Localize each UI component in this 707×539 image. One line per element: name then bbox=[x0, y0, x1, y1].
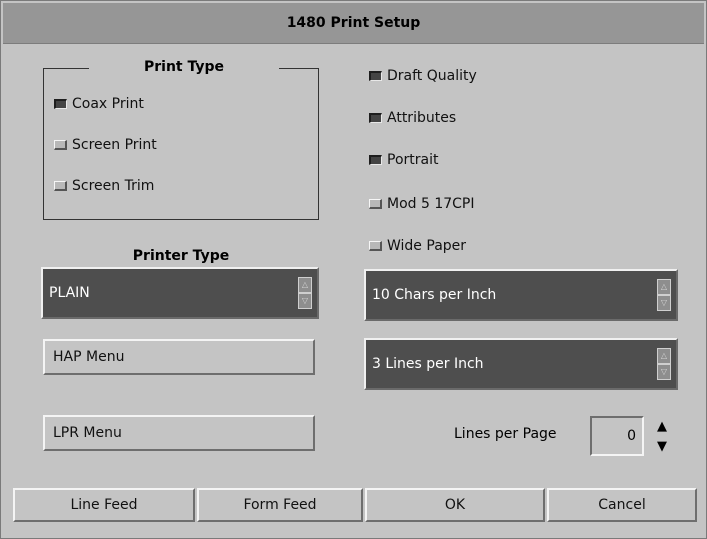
spin-down-icon[interactable]: ▽ bbox=[657, 295, 671, 311]
spin-down-icon[interactable]: ▽ bbox=[657, 364, 671, 380]
printer-type-combo[interactable]: PLAIN △ ▽ bbox=[41, 267, 319, 319]
toggle-wide-paper-label: Wide Paper bbox=[387, 238, 467, 254]
toggle-indicator-off bbox=[369, 241, 382, 251]
radio-screen-trim-label: Screen Trim bbox=[72, 178, 155, 194]
lines-per-inch-value: 3 Lines per Inch bbox=[372, 356, 484, 372]
lpr-menu-button-label: LPR Menu bbox=[53, 425, 122, 441]
chars-per-inch-value: 10 Chars per Inch bbox=[372, 287, 497, 303]
lines-per-page-value: 0 bbox=[627, 428, 636, 444]
line-feed-button[interactable]: Line Feed bbox=[13, 488, 195, 522]
radio-coax-print[interactable]: Coax Print bbox=[54, 96, 144, 112]
toggle-mod5-17cpi-label: Mod 5 17CPI bbox=[387, 196, 475, 212]
lpr-menu-button[interactable]: LPR Menu bbox=[43, 415, 315, 451]
radio-screen-print-label: Screen Print bbox=[72, 137, 157, 153]
print-type-title: Print Type bbox=[89, 59, 279, 75]
lines-per-page-label: Lines per Page bbox=[454, 426, 557, 442]
toggle-draft-quality[interactable]: Draft Quality bbox=[369, 68, 477, 84]
form-feed-button-label: Form Feed bbox=[243, 497, 317, 513]
toggle-indicator-off bbox=[369, 199, 382, 209]
radio-screen-print[interactable]: Screen Print bbox=[54, 137, 157, 153]
toggle-indicator-on bbox=[369, 113, 382, 123]
printer-type-title: Printer Type bbox=[132, 248, 230, 264]
chars-per-inch-combo[interactable]: 10 Chars per Inch △ ▽ bbox=[364, 269, 678, 321]
printer-type-value: PLAIN bbox=[49, 285, 90, 301]
toggle-portrait[interactable]: Portrait bbox=[369, 152, 438, 168]
stepper-down-icon[interactable]: ▼ bbox=[648, 436, 676, 456]
toggle-mod5-17cpi[interactable]: Mod 5 17CPI bbox=[369, 196, 475, 212]
radio-screen-trim[interactable]: Screen Trim bbox=[54, 178, 154, 194]
ok-button-label: OK bbox=[444, 497, 466, 513]
chars-per-inch-spin[interactable]: △ ▽ bbox=[657, 279, 671, 311]
toggle-indicator-on bbox=[369, 155, 382, 165]
print-setup-window: 1480 Print Setup Print Type Coax Print S… bbox=[0, 0, 707, 539]
spin-up-icon[interactable]: △ bbox=[657, 279, 671, 295]
toggle-portrait-label: Portrait bbox=[387, 152, 439, 168]
radio-coax-print-label: Coax Print bbox=[72, 96, 144, 112]
cancel-button[interactable]: Cancel bbox=[547, 488, 697, 522]
form-feed-button[interactable]: Form Feed bbox=[197, 488, 363, 522]
toggle-indicator-on bbox=[369, 71, 382, 81]
cancel-button-label: Cancel bbox=[598, 497, 646, 513]
lines-per-page-stepper[interactable]: ▲ ▼ bbox=[648, 416, 676, 456]
hap-menu-button-label: HAP Menu bbox=[53, 349, 125, 365]
toggle-attributes-label: Attributes bbox=[387, 110, 457, 126]
spin-up-icon[interactable]: △ bbox=[657, 348, 671, 364]
line-feed-button-label: Line Feed bbox=[70, 497, 138, 513]
window-title: 1480 Print Setup bbox=[286, 15, 421, 31]
spin-down-icon[interactable]: ▽ bbox=[298, 293, 312, 309]
lines-per-inch-combo[interactable]: 3 Lines per Inch △ ▽ bbox=[364, 338, 678, 390]
printer-type-spin[interactable]: △ ▽ bbox=[298, 277, 312, 309]
toggle-attributes[interactable]: Attributes bbox=[369, 110, 456, 126]
hap-menu-button[interactable]: HAP Menu bbox=[43, 339, 315, 375]
ok-button[interactable]: OK bbox=[365, 488, 545, 522]
radio-indicator-off bbox=[54, 181, 67, 191]
radio-indicator-on bbox=[54, 99, 67, 109]
radio-indicator-off bbox=[54, 140, 67, 150]
toggle-draft-quality-label: Draft Quality bbox=[387, 68, 477, 84]
toggle-wide-paper[interactable]: Wide Paper bbox=[369, 238, 466, 254]
lines-per-inch-spin[interactable]: △ ▽ bbox=[657, 348, 671, 380]
spin-up-icon[interactable]: △ bbox=[298, 277, 312, 293]
stepper-up-icon[interactable]: ▲ bbox=[648, 416, 676, 436]
window-title-bar: 1480 Print Setup bbox=[3, 3, 704, 44]
lines-per-page-field[interactable]: 0 bbox=[590, 416, 644, 456]
